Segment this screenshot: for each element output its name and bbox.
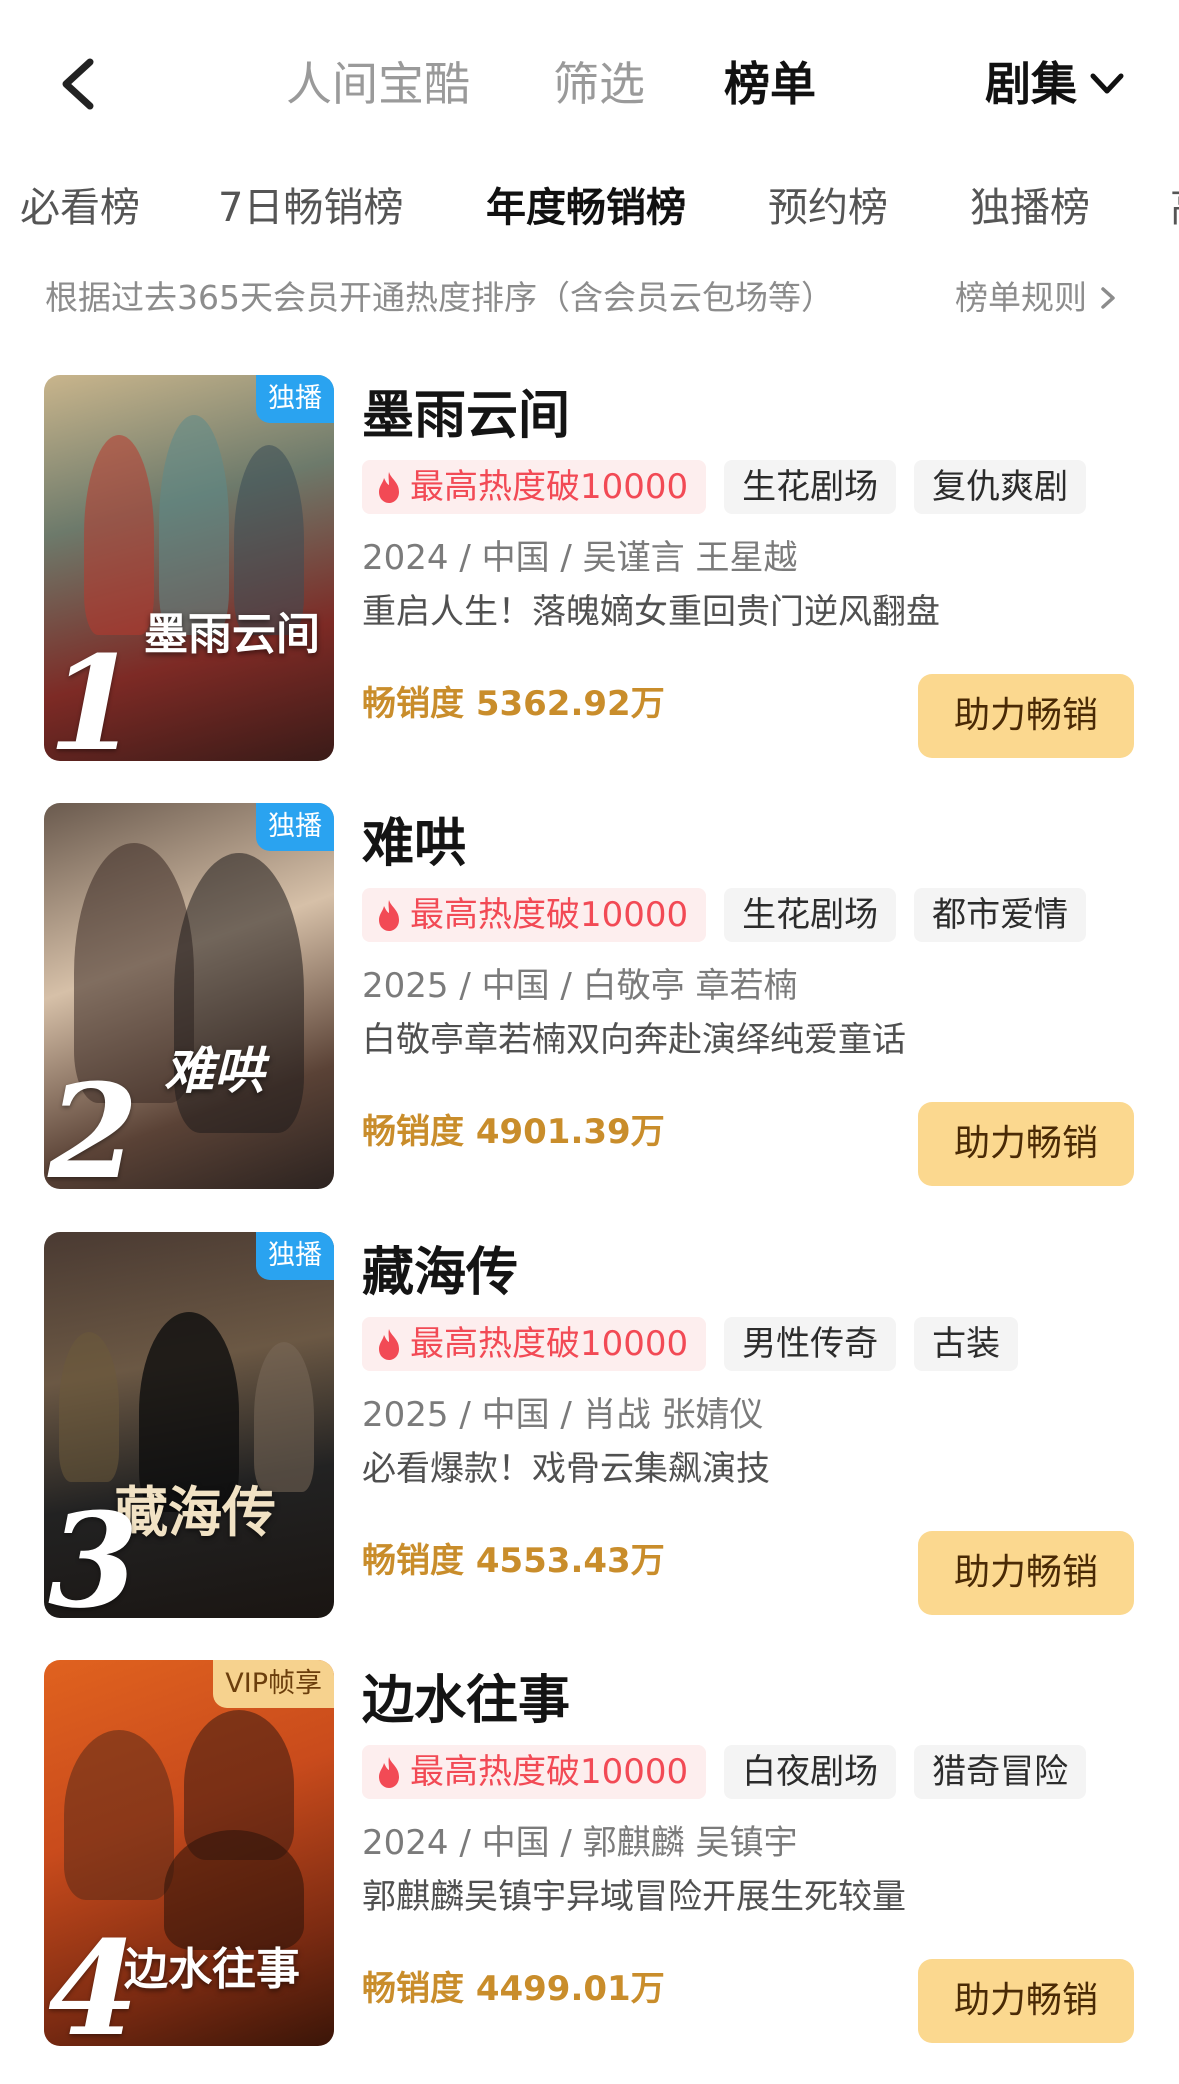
tag-row: 最高热度破10000 白夜剧场 猎奇冒险 xyxy=(362,1745,1104,1799)
nav-tab-filter[interactable]: 筛选 xyxy=(553,52,645,116)
exclusive-badge: 独播 xyxy=(256,1232,334,1280)
show-title[interactable]: 墨雨云间 xyxy=(362,380,570,452)
show-description: 白敬亭章若楠双向奔赴演绎纯爱童话 xyxy=(362,1020,906,1060)
show-meta: 2025 / 中国 / 肖战 张婧仪 xyxy=(362,1395,764,1435)
boost-sales-button[interactable]: 助力畅销 xyxy=(918,674,1134,758)
genre-tag: 生花剧场 xyxy=(724,888,897,942)
rules-label: 榜单规则 xyxy=(955,278,1087,317)
flame-icon xyxy=(379,900,399,931)
sub-tab-more[interactable]: 高 xyxy=(1170,178,1179,238)
show-title[interactable]: 边水往事 xyxy=(362,1665,570,1737)
ranking-description: 根据过去365天会员开通热度排序（含会员云包场等） xyxy=(45,278,834,317)
ranking-rules-link[interactable]: 榜单规则 xyxy=(955,274,1121,322)
boost-sales-button[interactable]: 助力畅销 xyxy=(918,1102,1134,1186)
poster-title-art: 墨雨云间 xyxy=(144,609,320,660)
chevron-left-icon xyxy=(62,58,94,110)
poster-image[interactable]: 藏海传 3 独播 xyxy=(44,1232,334,1618)
sales-score: 畅销度 4901.39万 xyxy=(362,1112,665,1152)
poster-title-art: 边水往事 xyxy=(124,1944,300,1995)
poster-image[interactable]: 墨雨云间 1 独播 xyxy=(44,375,334,761)
sub-tab-exclusive[interactable]: 独播榜 xyxy=(970,178,1090,238)
genre-tag: 都市爱情 xyxy=(914,888,1087,942)
heat-tag: 最高热度破10000 xyxy=(362,1317,707,1371)
boost-sales-button[interactable]: 助力畅销 xyxy=(918,1959,1134,2043)
tag-row: 最高热度破10000 生花剧场 复仇爽剧 xyxy=(362,460,1104,514)
heat-tag-label: 最高热度破10000 xyxy=(410,895,689,935)
tag-row: 最高热度破10000 男性传奇 古装 xyxy=(362,1317,1036,1371)
sales-score: 畅销度 4499.01万 xyxy=(362,1969,665,2009)
heat-tag-label: 最高热度破10000 xyxy=(410,1752,689,1792)
ranking-sub-tabs: 必看榜 7日畅销榜 年度畅销榜 预约榜 独播榜 高 xyxy=(0,170,1179,250)
poster-image[interactable]: 边水往事 4 VIP帧享 xyxy=(44,1660,334,2046)
genre-tag: 白夜剧场 xyxy=(724,1745,897,1799)
boost-sales-button[interactable]: 助力畅销 xyxy=(918,1531,1134,1615)
genre-tag: 古装 xyxy=(914,1317,1019,1371)
poster-title-art: 难哄 xyxy=(164,1041,264,1100)
category-dropdown[interactable]: 剧集 xyxy=(985,52,1127,116)
genre-tag: 复仇爽剧 xyxy=(914,460,1087,514)
ranking-list-item[interactable]: 藏海传 3 独播 藏海传 最高热度破10000 男性传奇 古装 2025 / 中… xyxy=(0,1229,1179,1629)
flame-icon xyxy=(379,1757,399,1788)
sub-tab-annual-bestseller[interactable]: 年度畅销榜 xyxy=(486,178,686,238)
ranking-description-row: 根据过去365天会员开通热度排序（含会员云包场等） 榜单规则 xyxy=(0,268,1179,328)
sub-tab-must-watch[interactable]: 必看榜 xyxy=(20,178,140,238)
heat-tag-label: 最高热度破10000 xyxy=(410,1324,689,1364)
genre-tag: 生花剧场 xyxy=(724,460,897,514)
show-description: 重启人生！落魄嫡女重回贵门逆风翻盘 xyxy=(362,592,940,632)
sub-tab-reservation[interactable]: 预约榜 xyxy=(768,178,888,238)
show-title[interactable]: 藏海传 xyxy=(362,1237,518,1309)
heat-tag-label: 最高热度破10000 xyxy=(410,467,689,507)
chevron-down-icon xyxy=(1090,73,1124,94)
vip-badge: VIP帧享 xyxy=(213,1660,334,1708)
flame-icon xyxy=(379,472,399,503)
show-meta: 2024 / 中国 / 郭麒麟 吴镇宇 xyxy=(362,1823,798,1863)
tag-row: 最高热度破10000 生花剧场 都市爱情 xyxy=(362,888,1104,942)
ranking-list-item[interactable]: 边水往事 4 VIP帧享 边水往事 最高热度破10000 白夜剧场 猎奇冒险 2… xyxy=(0,1657,1179,2057)
category-label: 剧集 xyxy=(985,57,1077,111)
back-button[interactable] xyxy=(50,52,110,116)
heat-tag: 最高热度破10000 xyxy=(362,460,707,514)
flame-icon xyxy=(379,1329,399,1360)
heat-tag: 最高热度破10000 xyxy=(362,1745,707,1799)
rank-number: 3 xyxy=(48,1484,139,1619)
poster-image[interactable]: 难哄 2 独播 xyxy=(44,803,334,1189)
rank-number: 1 xyxy=(48,627,139,762)
rank-number: 4 xyxy=(48,1912,139,2047)
sub-tab-7day-bestseller[interactable]: 7日畅销榜 xyxy=(218,178,403,238)
rank-number: 2 xyxy=(48,1055,139,1190)
show-meta: 2024 / 中国 / 吴谨言 王星越 xyxy=(362,538,798,578)
chevron-right-icon xyxy=(1101,287,1115,309)
show-meta: 2025 / 中国 / 白敬亭 章若楠 xyxy=(362,966,798,1006)
top-nav: 人间宝酷 筛选 榜单 剧集 xyxy=(0,0,1179,170)
genre-tag: 男性传奇 xyxy=(724,1317,897,1371)
heat-tag: 最高热度破10000 xyxy=(362,888,707,942)
sales-score: 畅销度 4553.43万 xyxy=(362,1541,665,1581)
sales-score: 畅销度 5362.92万 xyxy=(362,684,665,724)
show-title[interactable]: 难哄 xyxy=(362,808,466,880)
ranking-list-item[interactable]: 难哄 2 独播 难哄 最高热度破10000 生花剧场 都市爱情 2025 / 中… xyxy=(0,800,1179,1200)
exclusive-badge: 独播 xyxy=(256,375,334,423)
genre-tag: 猎奇冒险 xyxy=(914,1745,1087,1799)
nav-tab-hidden-gems[interactable]: 人间宝酷 xyxy=(286,52,470,116)
ranking-list-item[interactable]: 墨雨云间 1 独播 墨雨云间 最高热度破10000 生花剧场 复仇爽剧 2024… xyxy=(0,372,1179,772)
show-description: 郭麒麟吴镇宇异域冒险开展生死较量 xyxy=(362,1877,906,1917)
nav-tab-rankings[interactable]: 榜单 xyxy=(724,52,816,116)
exclusive-badge: 独播 xyxy=(256,803,334,851)
show-description: 必看爆款！戏骨云集飙演技 xyxy=(362,1449,770,1489)
